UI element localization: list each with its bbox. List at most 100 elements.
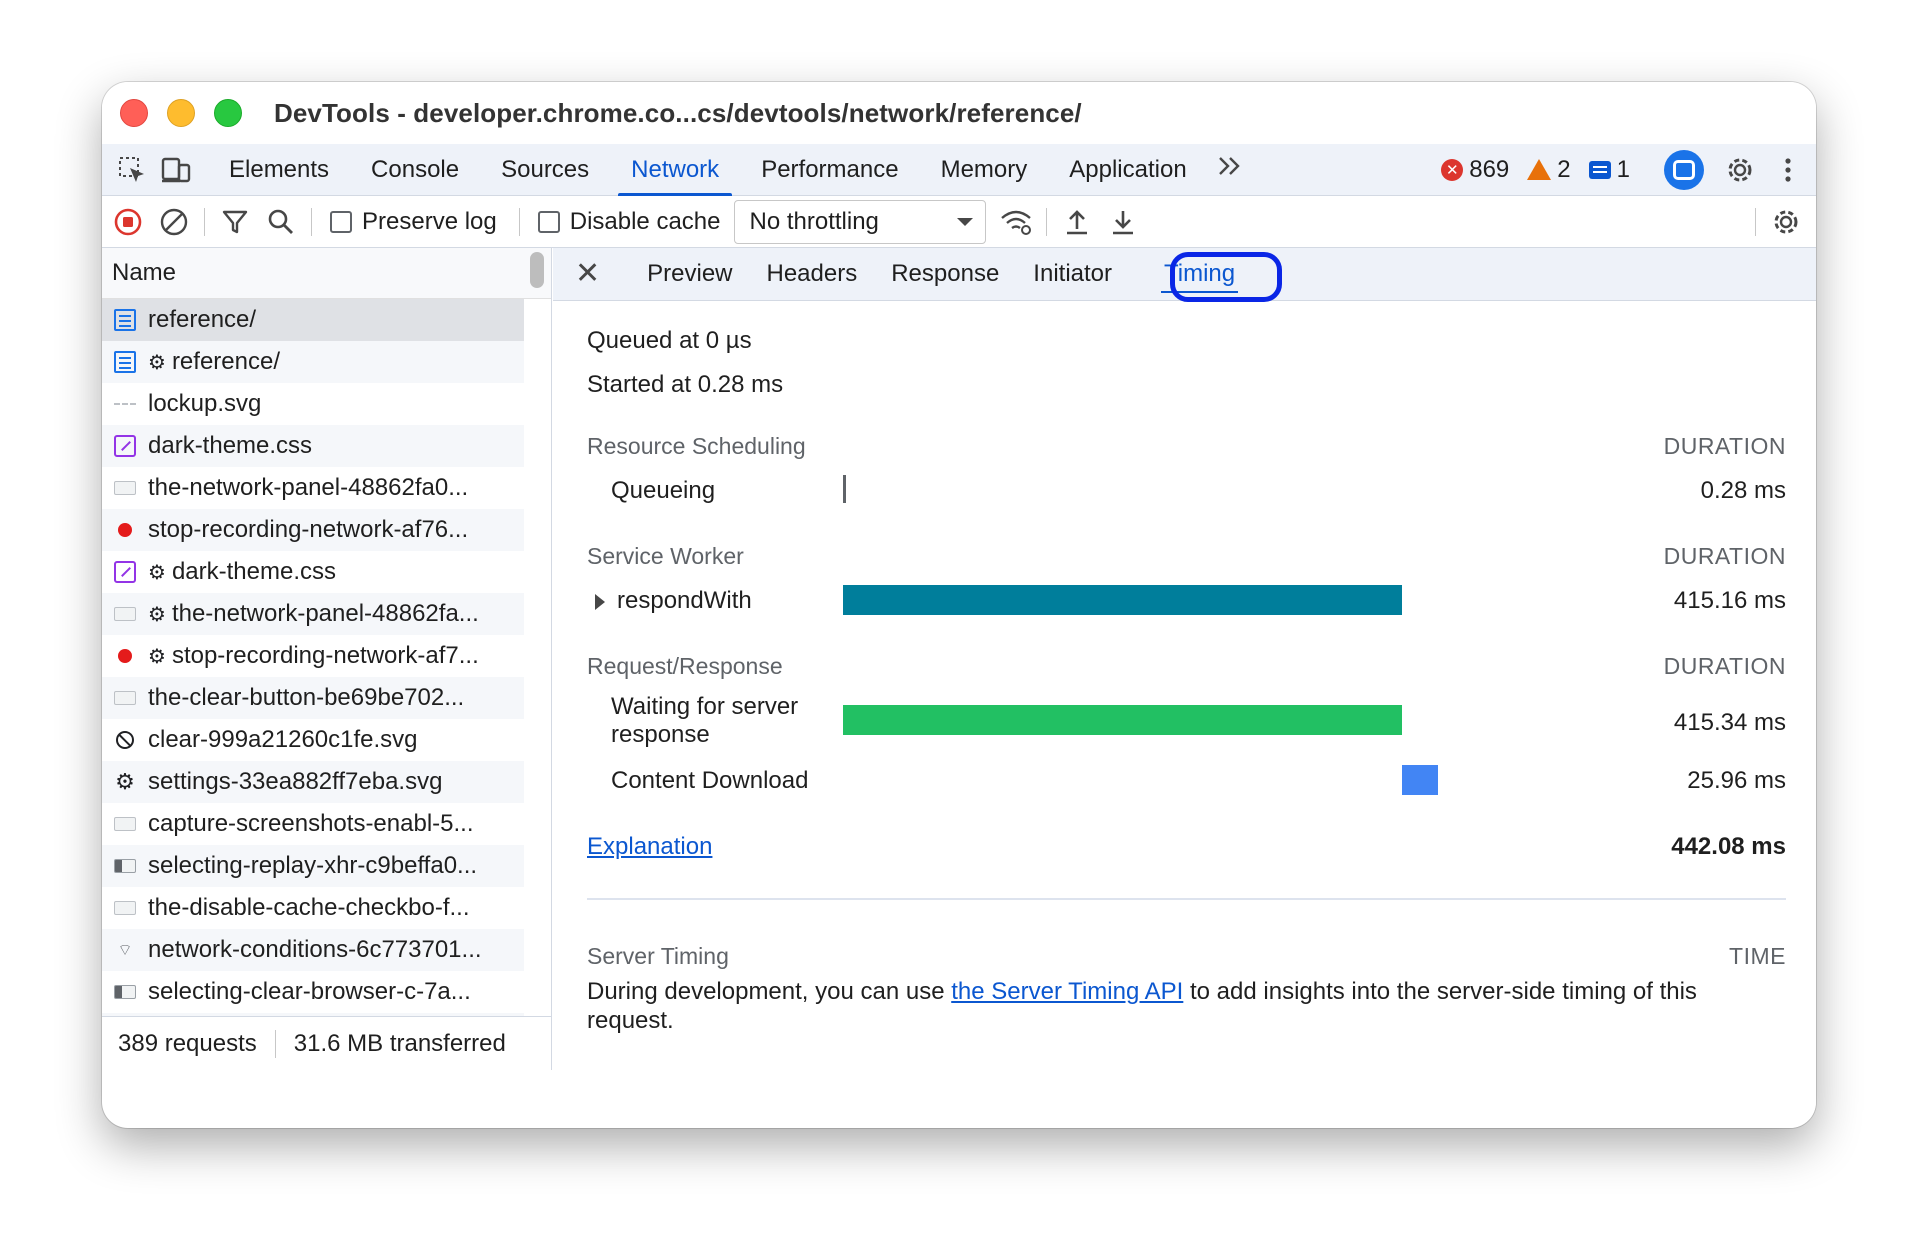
service-worker-gear-icon: ⚙ bbox=[148, 351, 166, 374]
detail-tab-label: Response bbox=[891, 260, 1000, 287]
warning-count-value: 2 bbox=[1557, 155, 1571, 183]
issue-counters[interactable]: ✕ 869 2 1 bbox=[1441, 149, 1816, 190]
stop-recording-icon[interactable] bbox=[110, 204, 146, 240]
request-name: clear-999a21260c1fe.svg bbox=[148, 726, 418, 753]
request-name: the-network-panel-48862fa... bbox=[171, 600, 479, 627]
request-name: selecting-clear-browser-c-7a... bbox=[148, 978, 471, 1005]
name-column-header[interactable]: Name bbox=[102, 248, 551, 299]
tab-performance[interactable]: Performance bbox=[740, 144, 919, 196]
more-tabs-icon[interactable] bbox=[1216, 154, 1244, 185]
request-row[interactable]: the-clear-button-be69be702... bbox=[102, 677, 524, 719]
ai-assistance-button[interactable] bbox=[1664, 149, 1704, 190]
request-row[interactable]: the-disable-cache-checkbo-f... bbox=[102, 887, 524, 929]
window-title: DevTools - developer.chrome.co...cs/devt… bbox=[274, 97, 1082, 128]
request-name: settings-33ea882ff7eba.svg bbox=[148, 768, 443, 795]
tab-application[interactable]: Application bbox=[1048, 144, 1207, 196]
close-window-button[interactable] bbox=[120, 99, 148, 127]
minimize-window-button[interactable] bbox=[167, 99, 195, 127]
error-count[interactable]: ✕ 869 bbox=[1441, 156, 1509, 184]
image-icon bbox=[114, 817, 136, 831]
preserve-log-checkbox[interactable]: Preserve log bbox=[330, 208, 497, 236]
network-conditions-icon[interactable] bbox=[998, 204, 1034, 240]
tab-sources[interactable]: Sources bbox=[480, 144, 610, 196]
tab-label: Network bbox=[631, 155, 720, 183]
more-options-icon[interactable] bbox=[1770, 152, 1806, 188]
filter-icon[interactable] bbox=[217, 204, 253, 240]
stylesheet-icon bbox=[114, 561, 136, 583]
inspect-element-icon[interactable] bbox=[114, 152, 150, 188]
tab-label: Elements bbox=[229, 155, 330, 183]
detail-tab-preview[interactable]: Preview bbox=[630, 248, 749, 301]
network-toolbar: Preserve log Disable cache No throttling bbox=[102, 197, 1816, 248]
section-title-request-response: Request/Response bbox=[587, 653, 783, 679]
disable-cache-checkbox[interactable]: Disable cache bbox=[537, 208, 721, 236]
server-timing-api-link[interactable]: the Server Timing API bbox=[951, 978, 1183, 1005]
request-row[interactable]: selecting-replay-xhr-c9beffa0... bbox=[102, 845, 524, 887]
network-settings-gear-icon[interactable] bbox=[1768, 204, 1804, 240]
export-har-icon[interactable] bbox=[1105, 204, 1141, 240]
request-row[interactable]: the-network-panel-48862fa0... bbox=[102, 467, 524, 509]
detail-tab-headers[interactable]: Headers bbox=[750, 248, 875, 301]
title-bar: DevTools - developer.chrome.co...cs/devt… bbox=[102, 82, 1816, 144]
disable-cache-box[interactable] bbox=[537, 211, 560, 233]
settings-gear-icon[interactable] bbox=[1722, 152, 1758, 188]
throttling-value: No throttling bbox=[749, 208, 879, 235]
image-icon bbox=[114, 901, 136, 915]
close-icon[interactable]: ✕ bbox=[575, 259, 600, 289]
expand-triangle-icon[interactable] bbox=[595, 593, 605, 610]
image-icon bbox=[114, 607, 136, 621]
request-row[interactable]: ⚙ the-network-panel-48862fa... bbox=[102, 593, 524, 635]
duration-column-header: DURATION bbox=[1663, 543, 1786, 569]
detail-tab-response[interactable]: Response bbox=[874, 248, 1016, 301]
section-title-resource-scheduling: Resource Scheduling bbox=[587, 433, 806, 459]
throttling-select[interactable]: No throttling bbox=[734, 200, 987, 244]
tab-network[interactable]: Network bbox=[610, 144, 740, 196]
disable-cache-label: Disable cache bbox=[569, 208, 721, 235]
tab-label: Console bbox=[371, 155, 460, 183]
request-row[interactable]: selecting-clear-browser-c-7a... bbox=[102, 971, 524, 1013]
explanation-link[interactable]: Explanation bbox=[587, 833, 712, 861]
document-icon bbox=[114, 351, 136, 373]
main-tab-bar: Elements Console Sources Network Perform… bbox=[102, 144, 1816, 196]
error-icon: ✕ bbox=[1441, 158, 1464, 181]
ai-assistance-icon bbox=[1673, 159, 1695, 180]
request-row[interactable]: stop-recording-network-af76... bbox=[102, 509, 524, 551]
request-row[interactable]: dark-theme.css bbox=[102, 425, 524, 467]
request-row[interactable]: lockup.svg bbox=[102, 383, 524, 425]
request-row[interactable]: ⚙ dark-theme.css bbox=[102, 551, 524, 593]
request-name: stop-recording-network-af7... bbox=[171, 642, 479, 669]
clear-log-icon[interactable] bbox=[156, 204, 192, 240]
import-har-icon[interactable] bbox=[1059, 204, 1095, 240]
device-toolbar-icon[interactable] bbox=[158, 152, 194, 188]
phase-value-waiting: 415.34 ms bbox=[1673, 709, 1786, 736]
toolbar-divider bbox=[1046, 208, 1048, 236]
tab-label: Memory bbox=[940, 155, 1028, 183]
request-row[interactable]: ⌔ network-conditions-6c773701... bbox=[102, 929, 524, 971]
server-timing-title: Server Timing bbox=[587, 943, 729, 969]
message-count[interactable]: 1 bbox=[1588, 155, 1630, 184]
phase-label-waiting: Waiting for server response bbox=[611, 693, 799, 748]
tab-console[interactable]: Console bbox=[350, 144, 480, 196]
detail-tab-initiator[interactable]: Initiator bbox=[1016, 248, 1129, 301]
queued-at-text: Queued at 0 µs bbox=[587, 327, 752, 354]
maximize-window-button[interactable] bbox=[214, 99, 242, 127]
request-row[interactable]: clear-999a21260c1fe.svg bbox=[102, 719, 524, 761]
request-row[interactable]: ⚙ reference/ bbox=[102, 341, 524, 383]
request-row[interactable]: capture-screenshots-enabl-5... bbox=[102, 803, 524, 845]
phase-row-respondwith[interactable]: respondWith bbox=[595, 587, 752, 615]
duration-column-header: DURATION bbox=[1663, 433, 1786, 459]
tab-elements[interactable]: Elements bbox=[208, 144, 350, 196]
request-row[interactable]: ⚙ settings-33ea882ff7eba.svg bbox=[102, 761, 524, 803]
message-count-value: 1 bbox=[1616, 155, 1630, 183]
warning-count[interactable]: 2 bbox=[1527, 155, 1571, 184]
search-icon[interactable] bbox=[263, 204, 299, 240]
request-row[interactable]: ⚙ stop-recording-network-af7... bbox=[102, 635, 524, 677]
record-icon bbox=[114, 645, 136, 667]
preserve-log-label: Preserve log bbox=[362, 208, 497, 235]
request-row[interactable]: reference/ bbox=[102, 299, 524, 341]
phase-bar-waiting bbox=[843, 705, 1403, 735]
service-worker-gear-icon: ⚙ bbox=[148, 645, 166, 668]
tab-memory[interactable]: Memory bbox=[920, 144, 1049, 196]
preserve-log-box[interactable] bbox=[330, 211, 352, 233]
request-list-scrollbar[interactable] bbox=[530, 252, 544, 288]
